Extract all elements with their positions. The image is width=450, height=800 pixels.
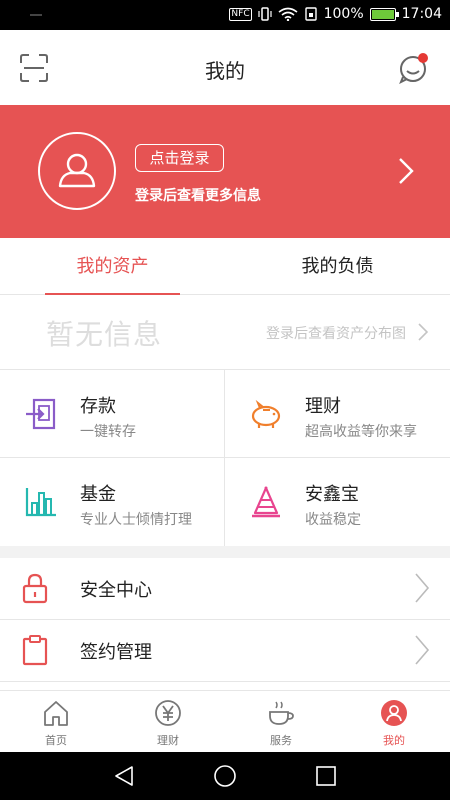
- user-icon: [381, 700, 407, 726]
- menu-item-label: 签约管理: [80, 642, 152, 663]
- sim-icon: [304, 7, 317, 21]
- nav-mine[interactable]: 我的: [338, 691, 450, 753]
- cone-icon: [252, 486, 280, 518]
- grid-divider: [224, 370, 225, 546]
- tab-my-liabilities[interactable]: 我的负债: [225, 238, 450, 295]
- nav-label: 我的: [383, 734, 405, 747]
- home-circle-icon[interactable]: [213, 764, 237, 788]
- menu-item-label: 安全中心: [80, 580, 152, 601]
- product-grid: 存款 一键转存 理财 超高收益等你来享 基金 专业人士倾情打理 安鑫宝 收益稳定: [0, 370, 450, 546]
- product-deposit[interactable]: 存款 一键转存: [0, 370, 225, 458]
- nfc-icon: NFC: [229, 7, 252, 21]
- nav-label: 理财: [157, 734, 179, 747]
- status-indicator: [30, 14, 42, 16]
- asset-distribution-link[interactable]: 登录后查看资产分布图: [266, 323, 406, 343]
- product-title: 理财: [305, 396, 341, 417]
- clipboard-icon: [22, 635, 48, 666]
- notification-dot: [418, 53, 428, 63]
- deposit-icon: [26, 398, 56, 430]
- product-anxinbao[interactable]: 安鑫宝 收益稳定: [225, 458, 450, 546]
- header: 我的: [0, 30, 450, 105]
- chevron-right-icon: [415, 573, 430, 603]
- nav-wealth[interactable]: 理财: [112, 691, 224, 753]
- clock: 17:04: [401, 6, 442, 22]
- battery-icon: [369, 7, 399, 21]
- vibrate-icon: [258, 7, 272, 21]
- menu-item-security-center[interactable]: 安全中心: [0, 558, 450, 620]
- product-title: 存款: [80, 396, 116, 417]
- yen-icon: [155, 700, 181, 726]
- status-bar: NFC 100% 17:04: [0, 0, 450, 30]
- asset-distribution-row[interactable]: 暂无信息 登录后查看资产分布图: [0, 296, 450, 370]
- chevron-right-icon: [415, 635, 430, 665]
- page-title: 我的: [205, 59, 245, 83]
- coffee-icon: [269, 701, 294, 725]
- active-tab-indicator: [45, 293, 180, 295]
- avatar[interactable]: [38, 132, 116, 210]
- product-fund[interactable]: 基金 专业人士倾情打理: [0, 458, 225, 546]
- product-title: 安鑫宝: [305, 484, 359, 505]
- nav-label: 首页: [45, 734, 67, 747]
- back-icon[interactable]: [112, 764, 136, 788]
- product-title: 基金: [80, 484, 116, 505]
- piggy-bank-icon: [251, 399, 281, 428]
- nav-label: 服务: [270, 734, 292, 747]
- section-divider: [0, 546, 450, 558]
- chevron-right-icon[interactable]: [398, 157, 414, 185]
- bottom-navigation: 首页 理财 服务 我的: [0, 690, 450, 752]
- recents-icon[interactable]: [314, 764, 338, 788]
- wifi-icon: [278, 7, 298, 21]
- grid-divider: [0, 457, 450, 458]
- product-subtitle: 一键转存: [80, 424, 136, 440]
- system-navigation-bar: [0, 752, 450, 800]
- empty-info-text: 暂无信息: [46, 318, 163, 351]
- fund-chart-icon: [25, 488, 56, 517]
- tab-my-assets[interactable]: 我的资产: [0, 238, 225, 295]
- product-subtitle: 专业人士倾情打理: [80, 512, 192, 528]
- product-subtitle: 超高收益等你来享: [305, 424, 417, 440]
- nav-home[interactable]: 首页: [0, 691, 112, 753]
- chevron-right-icon: [418, 323, 428, 341]
- login-banner[interactable]: 点击登录 登录后查看更多信息: [0, 105, 450, 238]
- menu-list: 安全中心 签约管理: [0, 558, 450, 683]
- login-hint: 登录后查看更多信息: [135, 188, 261, 204]
- nav-services[interactable]: 服务: [225, 691, 337, 753]
- lock-icon: [22, 573, 48, 604]
- product-wealth[interactable]: 理财 超高收益等你来享: [225, 370, 450, 458]
- asset-tabs: 我的资产 我的负债: [0, 238, 450, 295]
- login-button[interactable]: 点击登录: [135, 144, 224, 172]
- menu-item-contract-management[interactable]: 签约管理: [0, 620, 450, 682]
- battery-percent: 100%: [323, 6, 364, 22]
- message-icon[interactable]: [398, 52, 430, 84]
- user-avatar-icon: [58, 153, 96, 188]
- product-subtitle: 收益稳定: [305, 512, 361, 528]
- home-icon: [44, 701, 68, 726]
